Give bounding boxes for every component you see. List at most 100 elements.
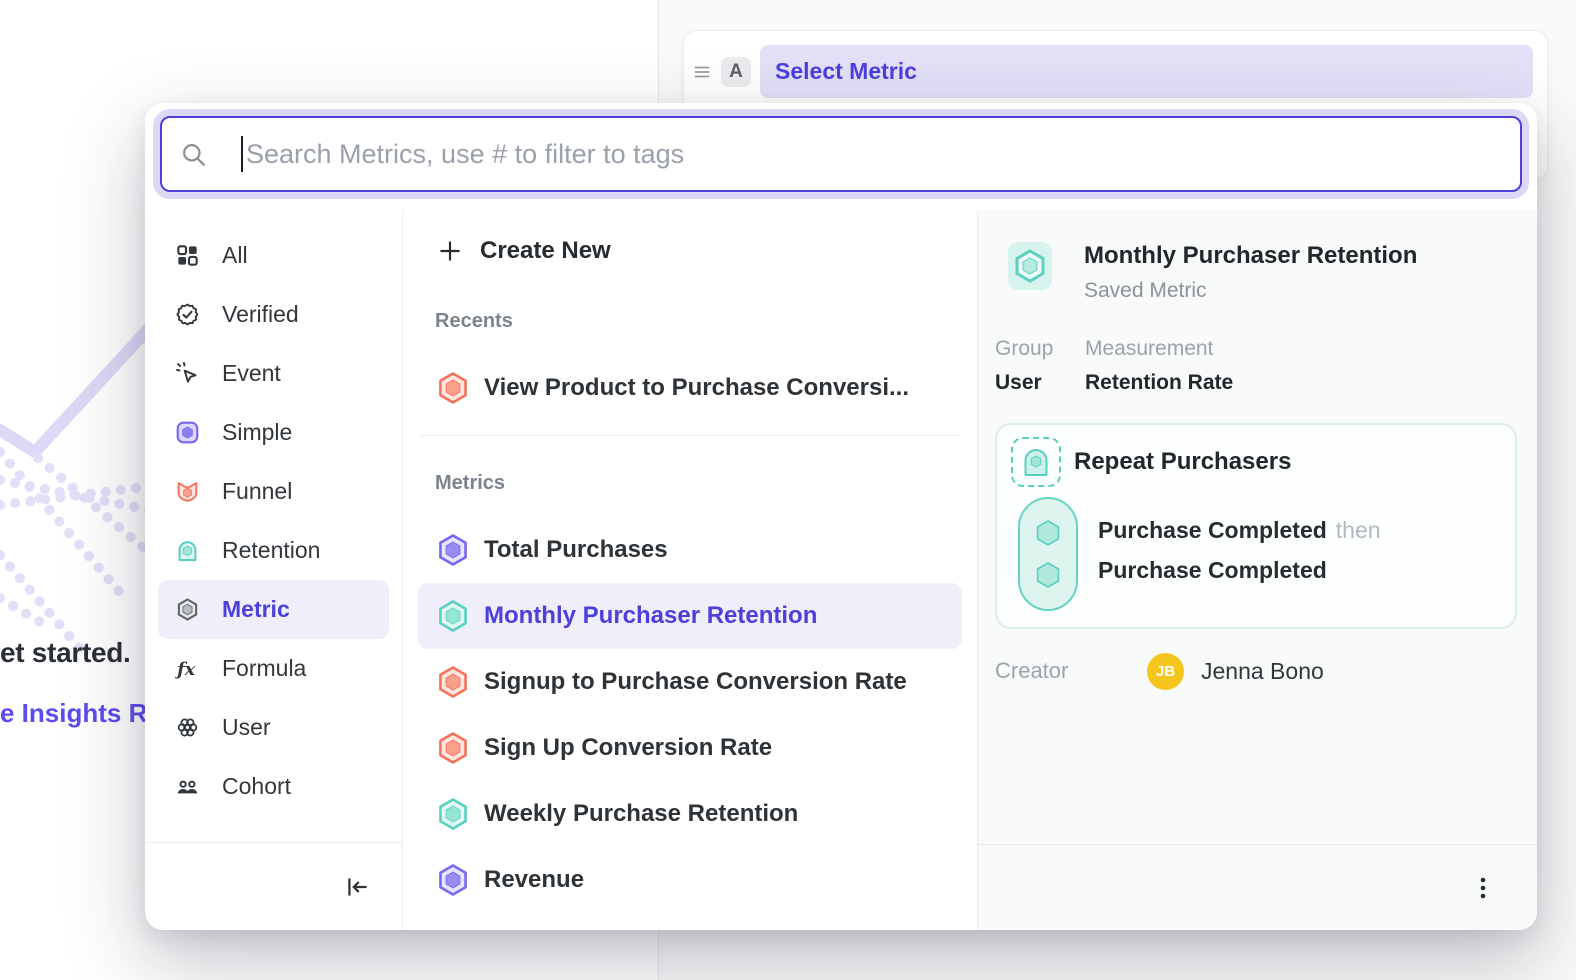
group-value: User bbox=[995, 371, 1061, 395]
text-cursor bbox=[241, 136, 243, 172]
metric-letter-badge: A bbox=[721, 57, 751, 87]
collapse-sidebar-button[interactable] bbox=[340, 870, 374, 904]
definition-body: Purchase Completed then Purchase Complet… bbox=[1011, 497, 1501, 611]
kebab-menu-icon bbox=[1471, 875, 1495, 901]
sidebar-item-simple[interactable]: Simple bbox=[158, 403, 389, 462]
sidebar-item-label: Verified bbox=[222, 301, 299, 328]
select-metric-field[interactable]: Select Metric bbox=[760, 45, 1533, 98]
recents-list: View Product to Purchase Conversi... bbox=[418, 355, 962, 421]
select-metric-label: Select Metric bbox=[775, 58, 917, 85]
sidebar-item-label: Event bbox=[222, 360, 281, 387]
category-list: All Verified Event Simple Funnel Retention Met… bbox=[145, 210, 402, 816]
group-label: Group bbox=[995, 337, 1061, 361]
search-icon bbox=[180, 141, 207, 168]
search-input[interactable] bbox=[246, 139, 1502, 170]
creator-avatar: JB bbox=[1147, 653, 1184, 690]
teal-hexagon-icon bbox=[437, 796, 469, 832]
create-new-label: Create New bbox=[480, 237, 611, 265]
sidebar-item-funnel[interactable]: Funnel bbox=[158, 462, 389, 521]
purple-hexagon-icon bbox=[437, 862, 469, 898]
metric-type-icon bbox=[1008, 242, 1052, 290]
metrics-header: Metrics bbox=[435, 472, 962, 495]
sidebar-item-user[interactable]: User bbox=[158, 698, 389, 757]
metric-item-weekly-purchase-retention[interactable]: Weekly Purchase Retention bbox=[418, 781, 962, 847]
retention-icon bbox=[175, 538, 200, 563]
search-bar bbox=[160, 116, 1522, 192]
metric-item-monthly-purchaser-retention[interactable]: Monthly Purchaser Retention bbox=[418, 583, 962, 649]
sidebar-item-metric[interactable]: Metric bbox=[158, 580, 389, 639]
more-options-button[interactable] bbox=[1467, 871, 1499, 905]
metric-item-sign-up-conversion-rate[interactable]: Sign Up Conversion Rate bbox=[418, 715, 962, 781]
modal-body: All Verified Event Simple Funnel Retention Met… bbox=[145, 210, 1537, 930]
grid-icon bbox=[175, 243, 200, 268]
verified-icon bbox=[175, 302, 200, 327]
measurement-label: Measurement bbox=[1085, 337, 1233, 361]
details-content: Monthly Purchaser Retention Saved Metric… bbox=[978, 210, 1537, 844]
simple-icon bbox=[175, 420, 200, 445]
retention-step-icon bbox=[1011, 437, 1061, 487]
list-item-label: Total Purchases bbox=[484, 536, 668, 564]
metric-item-signup-to-purchase-conversion-rate[interactable]: Signup to Purchase Conversion Rate bbox=[418, 649, 962, 715]
sidebar-footer bbox=[145, 842, 402, 930]
definition-title: Repeat Purchasers bbox=[1074, 448, 1291, 476]
insights-report-link[interactable]: e Insights Re bbox=[0, 698, 162, 729]
metric-details-panel: Monthly Purchaser Retention Saved Metric… bbox=[978, 210, 1537, 930]
sidebar-item-event[interactable]: Event bbox=[158, 344, 389, 403]
list-item-label: Signup to Purchase Conversion Rate bbox=[484, 668, 907, 696]
create-new-button[interactable]: Create New bbox=[418, 228, 962, 274]
step-capsule bbox=[1018, 497, 1078, 611]
sidebar-item-all[interactable]: All bbox=[158, 226, 389, 285]
measurement-value: Retention Rate bbox=[1085, 371, 1233, 395]
funnel-icon bbox=[175, 479, 200, 504]
step-list: Purchase Completed then Purchase Complet… bbox=[1098, 497, 1381, 611]
recent-item-view-product-to-purchase-conversi[interactable]: View Product to Purchase Conversi... bbox=[418, 355, 962, 421]
metric-list-column: Create New Recents View Product to Purch… bbox=[403, 210, 978, 930]
recents-header: Recents bbox=[435, 310, 962, 333]
list-item-label: Revenue bbox=[484, 866, 584, 894]
step-connector: then bbox=[1336, 517, 1381, 544]
metrics-list: Total Purchases Monthly Purchaser Retenti… bbox=[418, 517, 962, 913]
metric-icon bbox=[175, 597, 200, 622]
sidebar-item-cohort[interactable]: Cohort bbox=[158, 757, 389, 816]
teal-hexagon-icon bbox=[437, 598, 469, 634]
orange-hexagon-icon bbox=[437, 664, 469, 700]
user-icon bbox=[175, 715, 200, 740]
sidebar-item-retention[interactable]: Retention bbox=[158, 521, 389, 580]
sidebar-item-label: All bbox=[222, 242, 248, 269]
sidebar-item-label: Cohort bbox=[222, 773, 291, 800]
orange-hexagon-icon bbox=[437, 730, 469, 766]
details-subtitle: Saved Metric bbox=[1084, 279, 1417, 303]
sidebar-item-label: Metric bbox=[222, 596, 290, 623]
category-sidebar: All Verified Event Simple Funnel Retention Met… bbox=[145, 210, 403, 930]
definition-header: Repeat Purchasers bbox=[1011, 437, 1501, 487]
sidebar-item-label: Simple bbox=[222, 419, 292, 446]
metric-picker-modal: All Verified Event Simple Funnel Retention Met… bbox=[145, 103, 1537, 930]
creator-label: Creator bbox=[995, 658, 1147, 684]
list-divider bbox=[420, 435, 960, 436]
list-item-label: Weekly Purchase Retention bbox=[484, 800, 798, 828]
background-heading: et started. bbox=[0, 637, 131, 669]
details-header: Monthly Purchaser Retention Saved Metric bbox=[995, 242, 1519, 303]
creator-row: Creator JB Jenna Bono bbox=[995, 653, 1519, 690]
formula-icon: ƒx bbox=[175, 656, 200, 681]
metric-item-total-purchases[interactable]: Total Purchases bbox=[418, 517, 962, 583]
metric-item-revenue[interactable]: Revenue bbox=[418, 847, 962, 913]
orange-hexagon-icon bbox=[437, 370, 469, 406]
sidebar-item-formula[interactable]: ƒx Formula bbox=[158, 639, 389, 698]
sidebar-item-label: User bbox=[222, 714, 271, 741]
details-title: Monthly Purchaser Retention bbox=[1084, 242, 1417, 270]
details-footer bbox=[978, 844, 1537, 930]
svg-text:ƒx: ƒx bbox=[175, 659, 196, 680]
step-2: Purchase Completed bbox=[1098, 551, 1381, 591]
sidebar-item-verified[interactable]: Verified bbox=[158, 285, 389, 344]
list-item-label: View Product to Purchase Conversi... bbox=[484, 374, 909, 402]
sidebar-item-label: Funnel bbox=[222, 478, 292, 505]
definition-card: Repeat Purchasers Purchase Completed the… bbox=[995, 423, 1517, 629]
drag-handle-icon[interactable] bbox=[692, 45, 712, 98]
collapse-icon bbox=[344, 874, 370, 900]
step-1: Purchase Completed then bbox=[1098, 511, 1381, 551]
sidebar-item-label: Retention bbox=[222, 537, 320, 564]
sidebar-item-label: Formula bbox=[222, 655, 306, 682]
details-meta: Group User Measurement Retention Rate bbox=[995, 337, 1519, 395]
event-icon bbox=[175, 361, 200, 386]
